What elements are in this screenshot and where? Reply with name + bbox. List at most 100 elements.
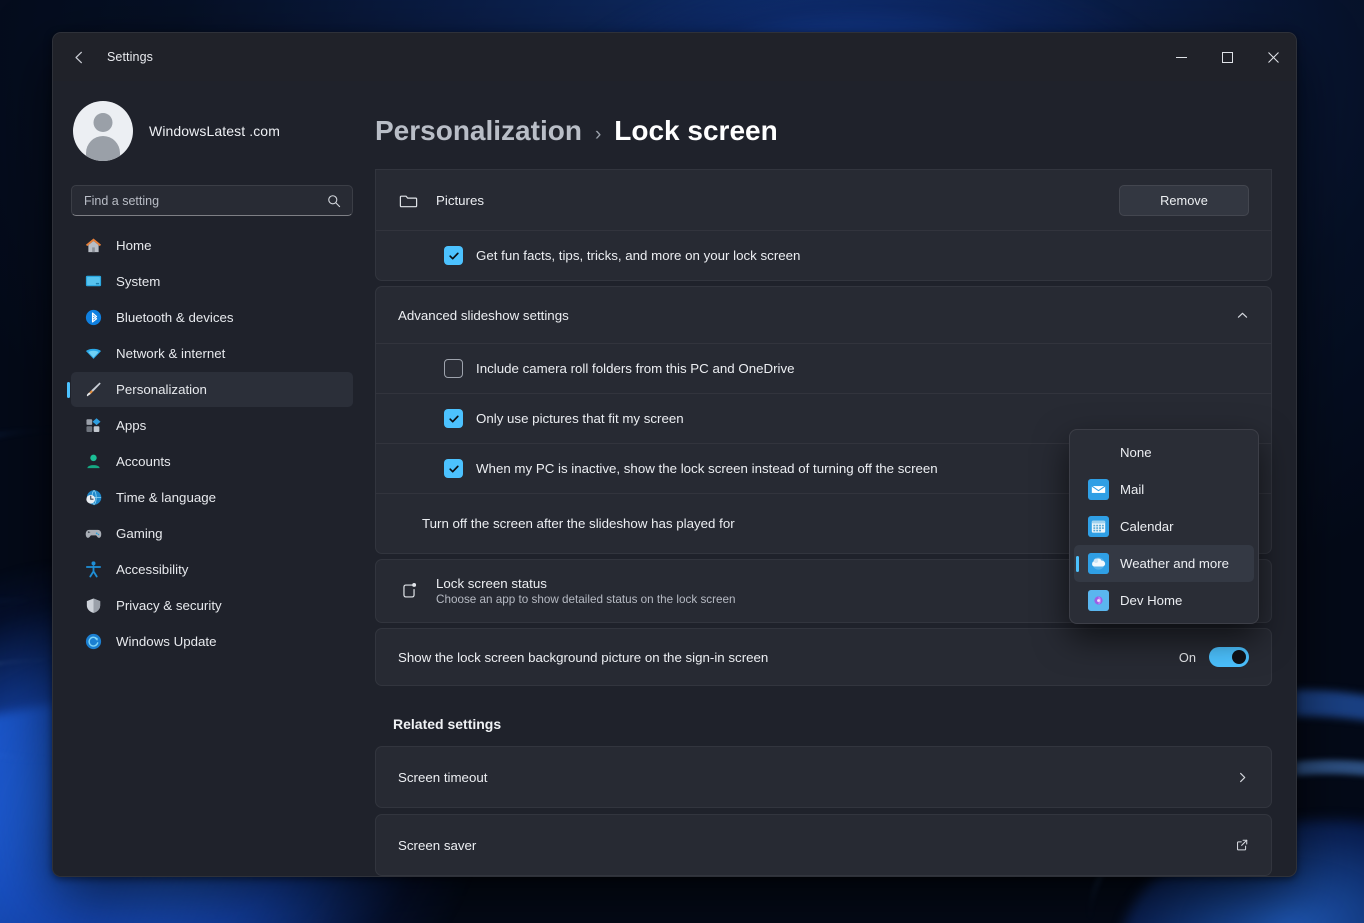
title-bar: Settings: [53, 33, 1296, 81]
sidebar-item-bluetooth-devices[interactable]: Bluetooth & devices: [71, 300, 353, 335]
inactive-lock-screen-label: When my PC is inactive, show the lock sc…: [476, 461, 938, 476]
fun-facts-checkbox-group[interactable]: Get fun facts, tips, tricks, and more on…: [398, 246, 800, 265]
close-icon[interactable]: [1250, 33, 1296, 81]
camera-roll-checkbox-group[interactable]: Include camera roll folders from this PC…: [398, 359, 795, 378]
sidebar-item-label: Home: [116, 238, 151, 253]
sidebar-item-label: Bluetooth & devices: [116, 310, 234, 325]
sidebar-item-windows-update[interactable]: Windows Update: [71, 624, 353, 659]
dropdown-item-none[interactable]: None: [1074, 434, 1254, 471]
sidebar-item-label: Accounts: [116, 454, 171, 469]
user-profile[interactable]: WindowsLatest .com: [71, 87, 353, 171]
lock-screen-status-icon: [398, 580, 436, 602]
related-settings-heading: Related settings: [393, 716, 1272, 732]
sidebar-item-label: Windows Update: [116, 634, 217, 649]
sidebar-item-apps[interactable]: Apps: [71, 408, 353, 443]
pictures-row[interactable]: Pictures Remove: [376, 170, 1271, 230]
sidebar-item-personalization[interactable]: Personalization: [71, 372, 353, 407]
fit-screen-label: Only use pictures that fit my screen: [476, 411, 684, 426]
remove-button[interactable]: Remove: [1119, 185, 1249, 216]
window-controls: [1158, 33, 1296, 81]
fit-screen-checkbox[interactable]: [444, 409, 463, 428]
sidebar-item-accessibility[interactable]: Accessibility: [71, 552, 353, 587]
minimize-icon[interactable]: [1158, 33, 1204, 81]
dropdown-item-weather-and-more[interactable]: Weather and more: [1074, 545, 1254, 582]
devhome-icon: [1088, 590, 1109, 611]
lock-screen-status-dropdown[interactable]: None Mail: [1069, 429, 1259, 624]
clock-globe-icon: [83, 488, 103, 508]
profile-name: WindowsLatest .com: [149, 123, 280, 139]
desktop: Settings Win: [0, 0, 1364, 923]
advanced-slideshow-title: Advanced slideshow settings: [398, 308, 569, 323]
sidebar-nav: Home System: [71, 228, 353, 659]
search-icon: [327, 194, 352, 208]
signin-picture-toggle[interactable]: [1209, 647, 1249, 667]
chevron-right-icon: [1236, 771, 1249, 784]
sidebar-item-gaming[interactable]: Gaming: [71, 516, 353, 551]
sidebar-item-label: Accessibility: [116, 562, 188, 577]
breadcrumb-separator: ›: [595, 124, 601, 146]
signin-picture-toggle-group[interactable]: On: [1179, 647, 1249, 667]
dropdown-item-label: Calendar: [1120, 519, 1174, 534]
wifi-icon: [83, 344, 103, 364]
inactive-lock-screen-checkbox[interactable]: [444, 459, 463, 478]
dropdown-item-calendar[interactable]: Calendar: [1074, 508, 1254, 545]
dropdown-item-label: Dev Home: [1120, 593, 1182, 608]
back-arrow-icon[interactable]: [61, 41, 97, 73]
chevron-up-icon[interactable]: [1236, 309, 1249, 322]
shield-icon: [83, 596, 103, 616]
sidebar-item-time-language[interactable]: Time & language: [71, 480, 353, 515]
folder-icon: [398, 190, 436, 211]
sidebar-item-accounts[interactable]: Accounts: [71, 444, 353, 479]
system-icon: [83, 272, 103, 292]
calendar-icon: [1088, 516, 1109, 537]
page-title: Lock screen: [614, 115, 777, 147]
lock-screen-status-text: Lock screen status Choose an app to show…: [436, 576, 736, 606]
lock-screen-personalize-card: Pictures Remove Get: [375, 169, 1272, 281]
breadcrumb-parent[interactable]: Personalization: [375, 115, 582, 147]
update-icon: [83, 632, 103, 652]
sidebar-item-label: Time & language: [116, 490, 216, 505]
pictures-label: Pictures: [436, 193, 484, 208]
camera-roll-row[interactable]: Include camera roll folders from this PC…: [376, 343, 1271, 393]
dropdown-item-label: Mail: [1120, 482, 1144, 497]
inactive-lock-screen-checkbox-group[interactable]: When my PC is inactive, show the lock sc…: [398, 459, 938, 478]
sidebar-item-label: Privacy & security: [116, 598, 222, 613]
fit-screen-checkbox-group[interactable]: Only use pictures that fit my screen: [398, 409, 684, 428]
toggle-knob: [1232, 650, 1246, 664]
sidebar-item-home[interactable]: Home: [71, 228, 353, 263]
toggle-state-label: On: [1179, 650, 1196, 665]
open-external-icon: [1235, 838, 1249, 852]
sidebar-item-label: Network & internet: [116, 346, 225, 361]
dropdown-item-mail[interactable]: Mail: [1074, 471, 1254, 508]
signin-picture-card: Show the lock screen background picture …: [375, 628, 1272, 686]
bluetooth-icon: [83, 308, 103, 328]
sidebar-item-label: System: [116, 274, 160, 289]
signin-picture-row[interactable]: Show the lock screen background picture …: [376, 629, 1271, 685]
related-item-screen-timeout[interactable]: Screen timeout: [375, 746, 1272, 808]
maximize-icon[interactable]: [1204, 33, 1250, 81]
fun-facts-checkbox[interactable]: [444, 246, 463, 265]
camera-roll-checkbox[interactable]: [444, 359, 463, 378]
mail-icon: [1088, 479, 1109, 500]
sidebar: WindowsLatest .com: [53, 81, 371, 876]
sidebar-item-system[interactable]: System: [71, 264, 353, 299]
avatar: [73, 101, 133, 161]
window-title: Settings: [107, 50, 153, 64]
screen-saver-label: Screen saver: [398, 838, 476, 853]
signin-picture-label: Show the lock screen background picture …: [398, 650, 768, 665]
search-input[interactable]: [72, 194, 327, 208]
related-item-screen-saver[interactable]: Screen saver: [375, 814, 1272, 876]
advanced-slideshow-header[interactable]: Advanced slideshow settings: [376, 287, 1271, 343]
dropdown-item-label: Weather and more: [1120, 556, 1229, 571]
search-box[interactable]: [71, 185, 353, 216]
paintbrush-icon: [83, 380, 103, 400]
lock-screen-status-subtitle: Choose an app to show detailed status on…: [436, 593, 736, 606]
sidebar-item-network-internet[interactable]: Network & internet: [71, 336, 353, 371]
dropdown-item-label: None: [1120, 445, 1152, 460]
dropdown-item-dev-home[interactable]: Dev Home: [1074, 582, 1254, 619]
accessibility-icon: [83, 560, 103, 580]
fun-facts-row[interactable]: Get fun facts, tips, tricks, and more on…: [376, 230, 1271, 280]
sidebar-item-label: Gaming: [116, 526, 163, 541]
fun-facts-label: Get fun facts, tips, tricks, and more on…: [476, 248, 800, 263]
sidebar-item-privacy-security[interactable]: Privacy & security: [71, 588, 353, 623]
